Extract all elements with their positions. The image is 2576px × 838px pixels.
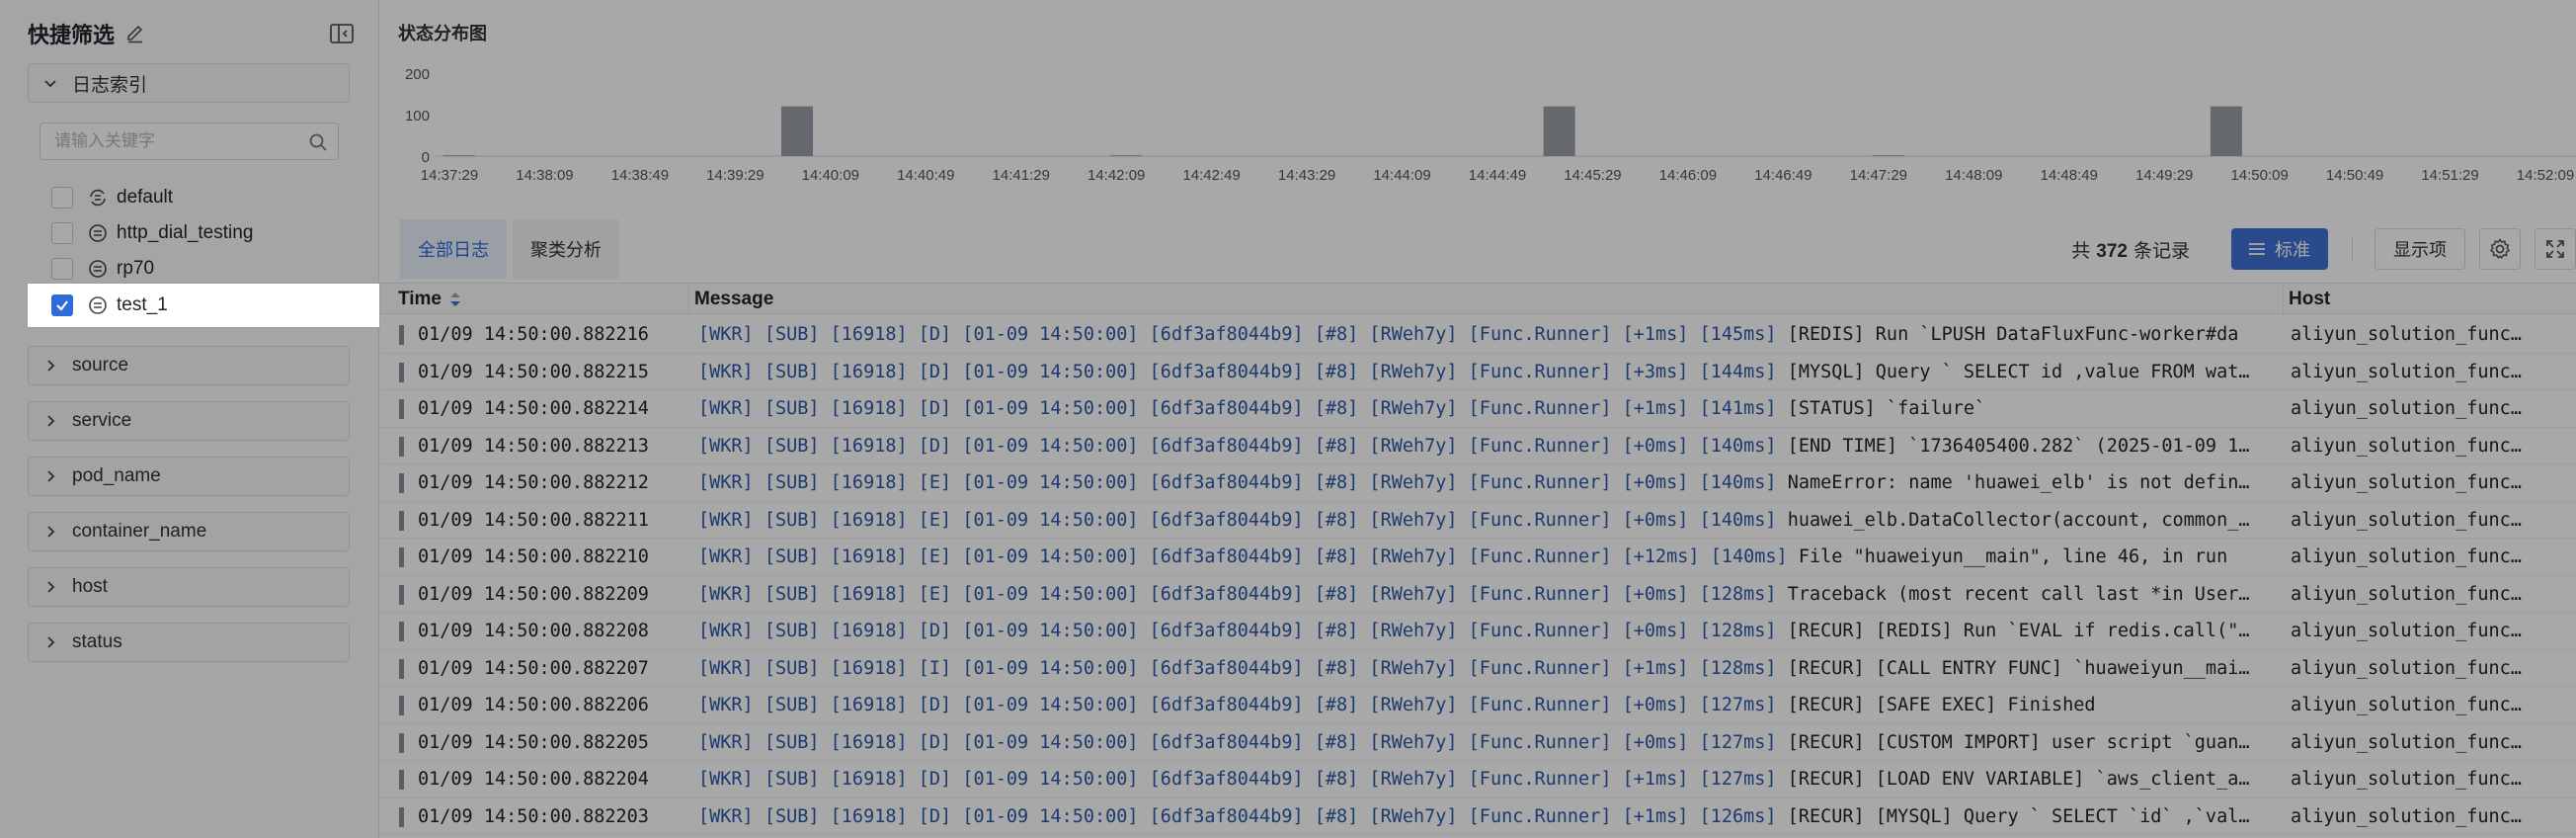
dim-overlay-left <box>0 284 28 327</box>
index-label: test_1 <box>117 294 168 315</box>
checkbox-checked[interactable] <box>51 294 73 316</box>
index-icon <box>89 296 107 314</box>
dim-overlay-right <box>379 284 2576 327</box>
dim-overlay-top <box>0 0 2576 284</box>
dim-overlay-bottom <box>0 327 2576 838</box>
check-icon <box>56 300 68 311</box>
index-item-test-1[interactable]: test_1 <box>28 284 379 327</box>
